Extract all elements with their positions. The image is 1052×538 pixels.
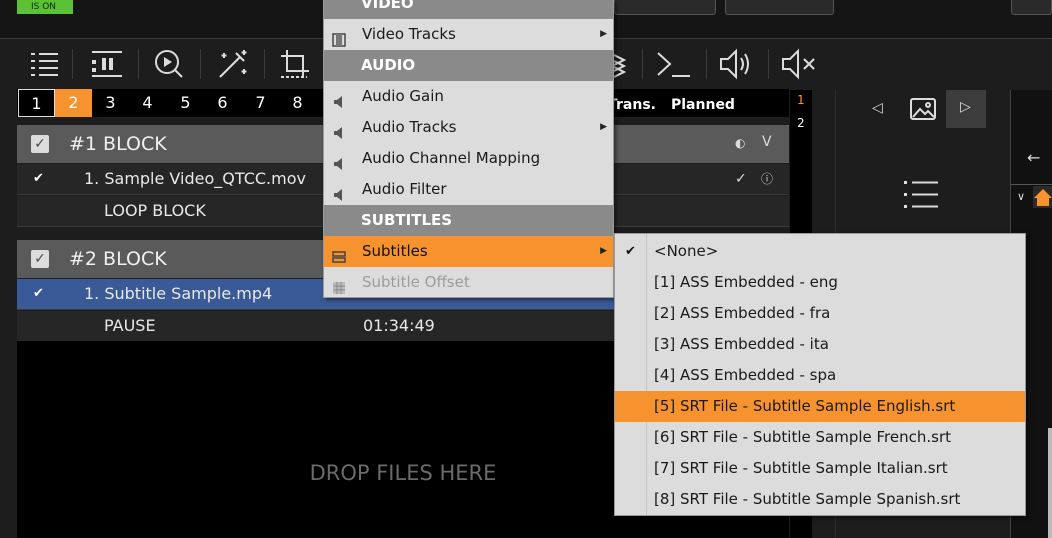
next-button[interactable]: ▷ xyxy=(946,90,986,128)
list-icon[interactable] xyxy=(902,178,940,212)
next-icon: ▷ xyxy=(960,99,971,115)
subtitle-option-label: [1] ASS Embedded - eng xyxy=(654,273,838,291)
menu-item-audio-tracks[interactable]: Audio Tracks ▶ xyxy=(324,112,613,143)
footer-time: 01:34:49 xyxy=(363,316,435,335)
block-checkbox-1[interactable]: ✓ xyxy=(31,135,49,153)
menu-item-audio-channel-mapping[interactable]: Audio Channel Mapping xyxy=(324,143,613,174)
speaker-icon xyxy=(332,89,346,108)
subtitle-option-7[interactable]: [7] SRT File - Subtitle Sample Italian.s… xyxy=(615,453,1025,484)
item-name: 1. Sample Video_QTCC.mov xyxy=(84,169,306,188)
tab-5[interactable]: 5 xyxy=(167,89,204,117)
tab-2[interactable]: 2 xyxy=(55,89,92,117)
menu-item-label: Audio Tracks xyxy=(362,118,457,136)
menu-header-video: VIDEO xyxy=(324,0,613,19)
film-icon xyxy=(332,27,346,47)
subtitle-option-1[interactable]: [1] ASS Embedded - eng xyxy=(615,267,1025,298)
search-play-icon[interactable] xyxy=(150,47,188,81)
back-arrow-icon[interactable]: ← xyxy=(1027,148,1040,167)
menu-item-audio-gain[interactable]: Audio Gain xyxy=(324,81,613,112)
subtitle-option-4[interactable]: [4] ASS Embedded - spa xyxy=(615,360,1025,391)
speaker-icon xyxy=(332,151,346,170)
submenu-arrow-icon: ▶ xyxy=(600,246,607,256)
tab-6[interactable]: 6 xyxy=(204,89,241,117)
column-trans[interactable]: Trans. xyxy=(608,89,658,117)
menu-item-label: Subtitle Offset xyxy=(362,273,470,291)
menu-item-audio-filter[interactable]: Audio Filter xyxy=(324,174,613,205)
status-badge: IS ON xyxy=(17,0,73,14)
contrast-icon[interactable]: ◐ xyxy=(735,136,745,150)
subtitles-submenu: ✔ <None> [1] ASS Embedded - eng [2] ASS … xyxy=(614,233,1026,516)
tab-7[interactable]: 7 xyxy=(242,89,279,117)
side-number-2: 2 xyxy=(797,116,805,130)
menu-item-label: Audio Channel Mapping xyxy=(362,149,541,167)
info-icon[interactable]: ⓘ xyxy=(761,164,773,194)
subtitle-option-label: [8] SRT File - Subtitle Sample Spanish.s… xyxy=(654,490,961,508)
home-icon[interactable] xyxy=(1033,186,1052,208)
subtitle-option-label: [3] ASS Embedded - ita xyxy=(654,335,829,353)
context-menu: VIDEO Video Tracks ▶ AUDIO Audio Gain Au… xyxy=(323,0,614,298)
block-footer-1: LOOP BLOCK xyxy=(104,201,206,220)
subtitle-option-none[interactable]: ✔ <None> xyxy=(615,236,1025,267)
subtitle-option-label: <None> xyxy=(654,242,719,260)
menu-item-video-tracks[interactable]: Video Tracks ▶ xyxy=(324,19,613,50)
subtitle-option-label: [7] SRT File - Subtitle Sample Italian.s… xyxy=(654,459,948,477)
subtitle-option-label: [2] ASS Embedded - fra xyxy=(654,304,831,322)
subtitle-option-2[interactable]: [2] ASS Embedded - fra xyxy=(615,298,1025,329)
subtitle-option-8[interactable]: [8] SRT File - Subtitle Sample Spanish.s… xyxy=(615,484,1025,515)
menu-item-label: Audio Filter xyxy=(362,180,447,198)
subtitle-option-6[interactable]: [6] SRT File - Subtitle Sample French.sr… xyxy=(615,422,1025,453)
image-icon[interactable] xyxy=(908,96,938,122)
speaker-icon xyxy=(332,120,346,139)
top-button-1[interactable] xyxy=(614,0,716,15)
volume-icon[interactable] xyxy=(718,47,756,81)
top-button-2[interactable] xyxy=(725,0,834,15)
block-title-2: #2 BLOCK xyxy=(69,248,167,270)
crop-icon[interactable] xyxy=(277,47,315,81)
subtitle-option-3[interactable]: [3] ASS Embedded - ita xyxy=(615,329,1025,360)
check-icon: ✔ xyxy=(33,286,44,301)
check-icon: ✔ xyxy=(625,244,636,259)
item-name: 1. Subtitle Sample.mp4 xyxy=(84,284,273,303)
scrollbar[interactable] xyxy=(1048,428,1052,538)
menu-item-label: Video Tracks xyxy=(362,25,456,43)
menu-item-subtitle-offset: Subtitle Offset xyxy=(324,267,613,298)
playlist-pause-icon[interactable] xyxy=(88,47,126,81)
menu-item-label: Audio Gain xyxy=(362,87,444,105)
chevron-down-icon[interactable]: V xyxy=(762,134,772,150)
submenu-arrow-icon: ▶ xyxy=(600,122,607,132)
block-title-1: #1 BLOCK xyxy=(69,133,167,155)
subtitle-option-5[interactable]: [5] SRT File - Subtitle Sample English.s… xyxy=(615,391,1025,422)
list-settings-icon[interactable] xyxy=(26,47,64,81)
tab-8[interactable]: 8 xyxy=(279,89,316,117)
block-checkbox-2[interactable]: ✓ xyxy=(31,250,49,268)
speaker-icon xyxy=(332,182,346,201)
top-button-3[interactable] xyxy=(1011,0,1052,15)
offset-grid-icon xyxy=(332,275,346,294)
submenu-arrow-icon: ▶ xyxy=(600,29,607,39)
tab-1[interactable]: 1 xyxy=(18,89,55,117)
menu-header-subtitles: SUBTITLES xyxy=(324,205,613,236)
block-footer-2: PAUSE xyxy=(104,316,156,335)
checkmark-icon: ✓ xyxy=(735,171,747,187)
mute-icon[interactable] xyxy=(780,47,818,81)
subtitle-option-label: [4] ASS Embedded - spa xyxy=(654,366,837,384)
menu-header-audio: AUDIO xyxy=(324,50,613,81)
tab-4[interactable]: 4 xyxy=(129,89,166,117)
subtitle-option-label: [6] SRT File - Subtitle Sample French.sr… xyxy=(654,428,951,446)
subtitles-icon xyxy=(332,244,346,263)
previous-icon[interactable]: ◁ xyxy=(872,100,883,116)
side-number-1: 1 xyxy=(797,93,805,107)
terminal-icon[interactable] xyxy=(654,47,692,81)
column-planned[interactable]: Planned xyxy=(671,89,741,117)
magic-wand-icon[interactable] xyxy=(214,47,252,81)
subtitle-option-label: [5] SRT File - Subtitle Sample English.s… xyxy=(654,397,956,415)
tab-3[interactable]: 3 xyxy=(92,89,129,117)
menu-item-subtitles[interactable]: Subtitles ▶ xyxy=(324,236,613,267)
chevron-down-icon[interactable]: ∨ xyxy=(1017,190,1025,203)
check-icon: ✔ xyxy=(33,171,44,186)
menu-item-label: Subtitles xyxy=(362,242,428,260)
